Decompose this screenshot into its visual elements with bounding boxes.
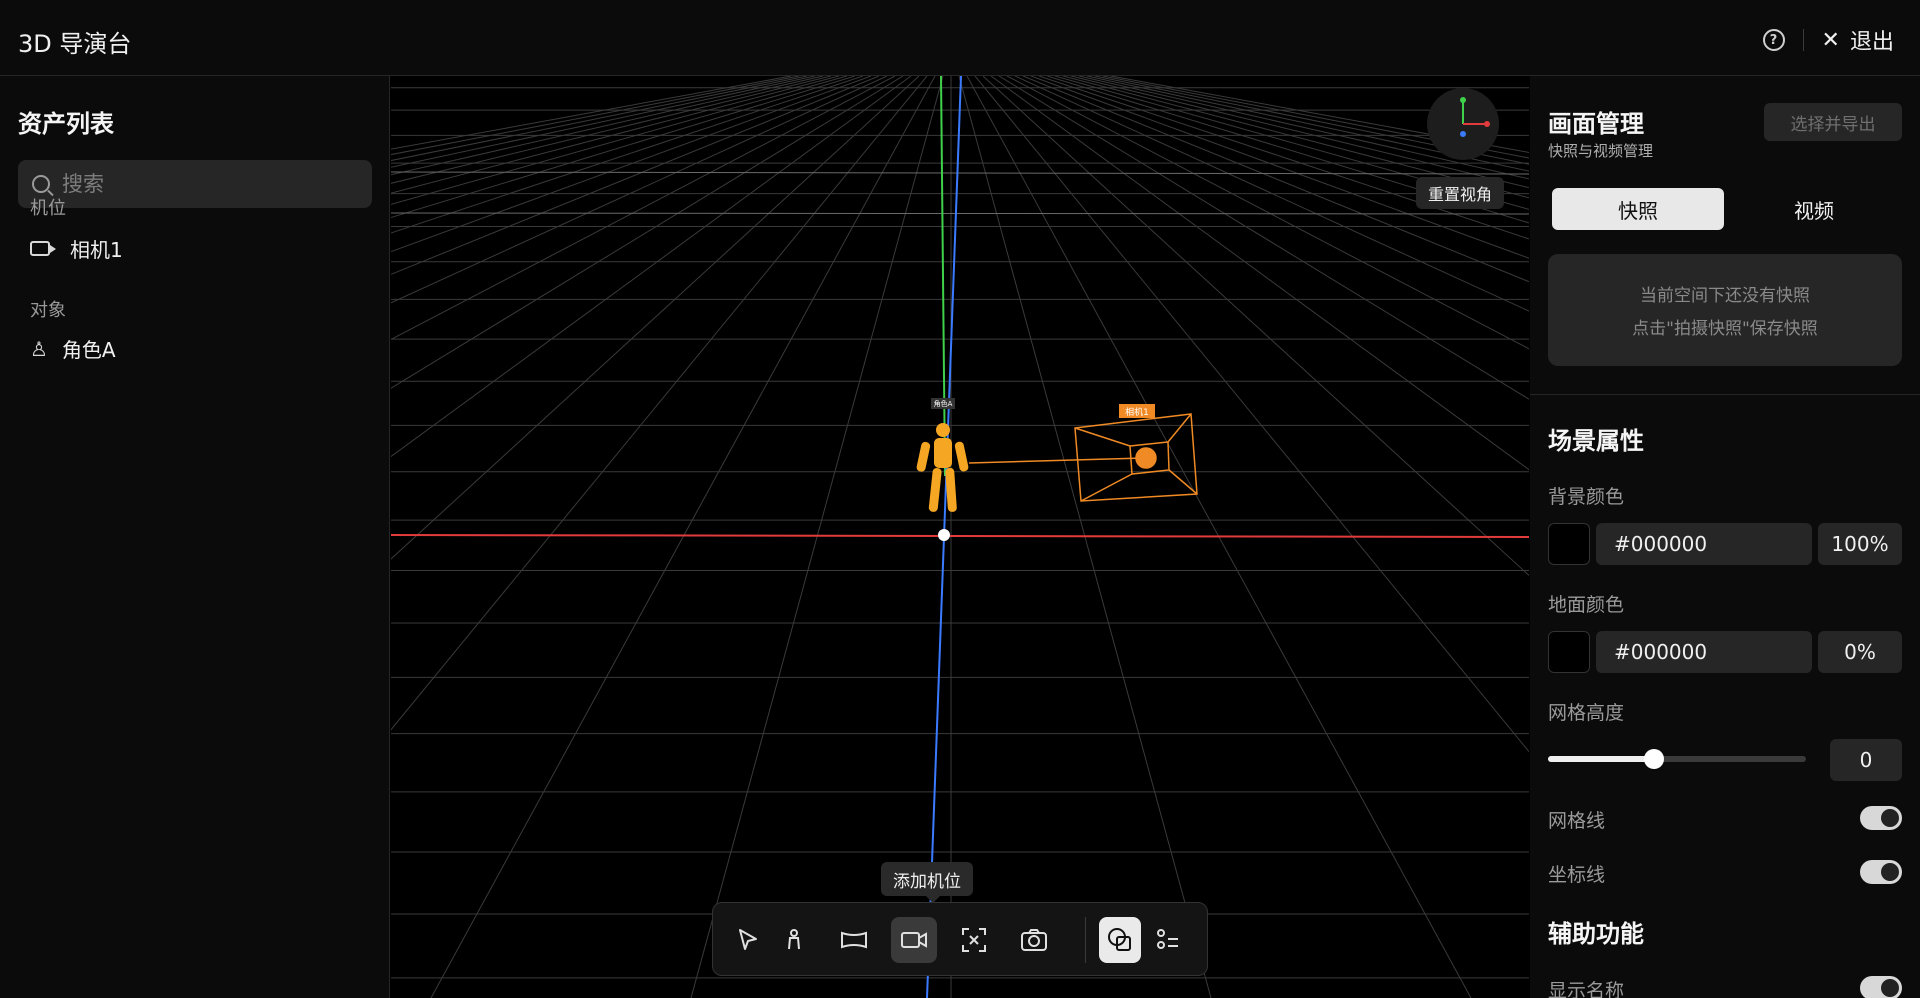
snapshot-empty-state: 当前空间下还没有快照 点击"拍摄快照"保存快照 [1548, 254, 1902, 366]
ground-color-label: 地面颜色 [1548, 594, 1625, 616]
show-names-toggle[interactable] [1860, 976, 1902, 998]
asset-item-label: 角色A [61, 338, 116, 362]
list-toggle-button[interactable] [1145, 917, 1191, 963]
list-icon [1157, 929, 1178, 949]
exit-label: 退出 [1849, 30, 1894, 55]
scene-toolbar [712, 902, 1208, 976]
app-title: 3D 导演台 [18, 30, 132, 58]
close-icon: ✕ [1821, 27, 1840, 53]
scene-props-title: 场景属性 [1548, 427, 1644, 455]
snapshot-button[interactable] [1011, 917, 1057, 963]
slider-handle[interactable] [1643, 749, 1664, 769]
frame-tool-button[interactable] [951, 917, 997, 963]
toolbar-divider [1085, 917, 1086, 963]
camera-gizmo [1074, 413, 1198, 502]
person-icon: ♙ [30, 336, 48, 361]
bg-opacity-field[interactable]: 100% [1818, 523, 1902, 565]
asset-item-character-a[interactable]: ♙ 角色A [30, 334, 116, 363]
bg-color-hex-field[interactable]: #000000 [1596, 523, 1812, 565]
reset-view-button[interactable]: 重置视角 [1416, 177, 1505, 209]
frame-mgmt-title: 画面管理 [1548, 110, 1644, 138]
ground-opacity-field[interactable]: 0% [1818, 631, 1902, 673]
aux-title: 辅助功能 [1548, 920, 1644, 948]
top-bar: 3D 导演台 ? ✕ 退出 [0, 0, 1920, 76]
select-export-button[interactable]: 选择并导出 [1764, 103, 1902, 141]
tab-video[interactable]: 视频 [1728, 188, 1900, 230]
select-tool-button[interactable] [725, 917, 771, 963]
top-actions: ? ✕ 退出 [1762, 24, 1894, 56]
axis-lines-label: 坐标线 [1548, 864, 1606, 886]
camera-tag: 相机1 [1125, 406, 1149, 418]
axis-lines-toggle[interactable] [1860, 860, 1902, 884]
grid-lines-toggle[interactable] [1860, 806, 1902, 830]
add-character-button[interactable] [771, 917, 817, 963]
asset-panel: 资产列表 机位 相机1 对象 ♙ 角色A [0, 76, 390, 998]
asset-panel-title: 资产列表 [18, 110, 114, 138]
search-box[interactable] [18, 160, 372, 208]
orientation-gizmo[interactable] [1427, 88, 1499, 160]
grid-height-input[interactable]: 0 [1830, 739, 1902, 781]
grid-lines-label: 网格线 [1548, 810, 1606, 832]
scene-canvas[interactable]: 相机1 角色A [391, 76, 1529, 998]
exit-button[interactable]: ✕ 退出 [1822, 24, 1894, 56]
help-icon[interactable]: ? [1762, 29, 1785, 51]
ground-color-swatch[interactable] [1548, 631, 1590, 673]
character-tag: 角色A [934, 399, 953, 408]
slider-fill [1548, 756, 1654, 762]
asset-item-label: 相机1 [70, 238, 123, 262]
asset-item-camera1[interactable]: 相机1 [30, 234, 123, 263]
select-icon [739, 929, 757, 950]
divider [1802, 29, 1804, 51]
properties-panel: 画面管理 快照与视频管理 选择并导出 快照 视频 当前空间下还没有快照 点击"拍… [1530, 76, 1920, 998]
y-axis-line [940, 76, 946, 477]
grid-height-label: 网格高度 [1548, 702, 1625, 724]
add-camera-button[interactable] [891, 917, 937, 963]
axis-gizmo-icon [1460, 97, 1490, 137]
3d-viewport[interactable]: 相机1 角色A 重置视角 添加机位 [391, 76, 1529, 998]
bg-color-swatch[interactable] [1548, 523, 1590, 565]
camera-section-label: 机位 [30, 198, 66, 219]
scene-icon [841, 931, 867, 949]
empty-message-line2: 点击"拍摄快照"保存快照 [1632, 319, 1818, 339]
frame-mgmt-subtitle: 快照与视频管理 [1548, 142, 1654, 160]
ground-color-hex-field[interactable]: #000000 [1596, 631, 1812, 673]
layers-toggle-button[interactable] [1099, 917, 1141, 963]
character-model [916, 423, 969, 512]
camera-target-line [968, 457, 1146, 464]
bg-color-label: 背景颜色 [1548, 486, 1625, 508]
divider [1530, 394, 1920, 395]
character-icon [788, 929, 800, 950]
object-section-label: 对象 [30, 300, 66, 321]
tooltip: 添加机位 [881, 862, 973, 903]
show-names-label: 显示名称 [1548, 980, 1625, 998]
snapshot-icon [1021, 929, 1047, 951]
add-scene-button[interactable] [831, 917, 877, 963]
layers-icon [1108, 928, 1131, 951]
frame-icon [962, 928, 986, 952]
camera-icon [901, 932, 927, 948]
grid-height-slider[interactable] [1548, 749, 1806, 769]
x-axis-line [391, 534, 1529, 538]
search-input[interactable] [62, 172, 362, 196]
camera-icon [30, 241, 56, 256]
search-icon [32, 175, 50, 193]
empty-message-line1: 当前空间下还没有快照 [1640, 286, 1810, 306]
character-pivot [938, 529, 950, 541]
tab-snapshot[interactable]: 快照 [1552, 188, 1724, 230]
